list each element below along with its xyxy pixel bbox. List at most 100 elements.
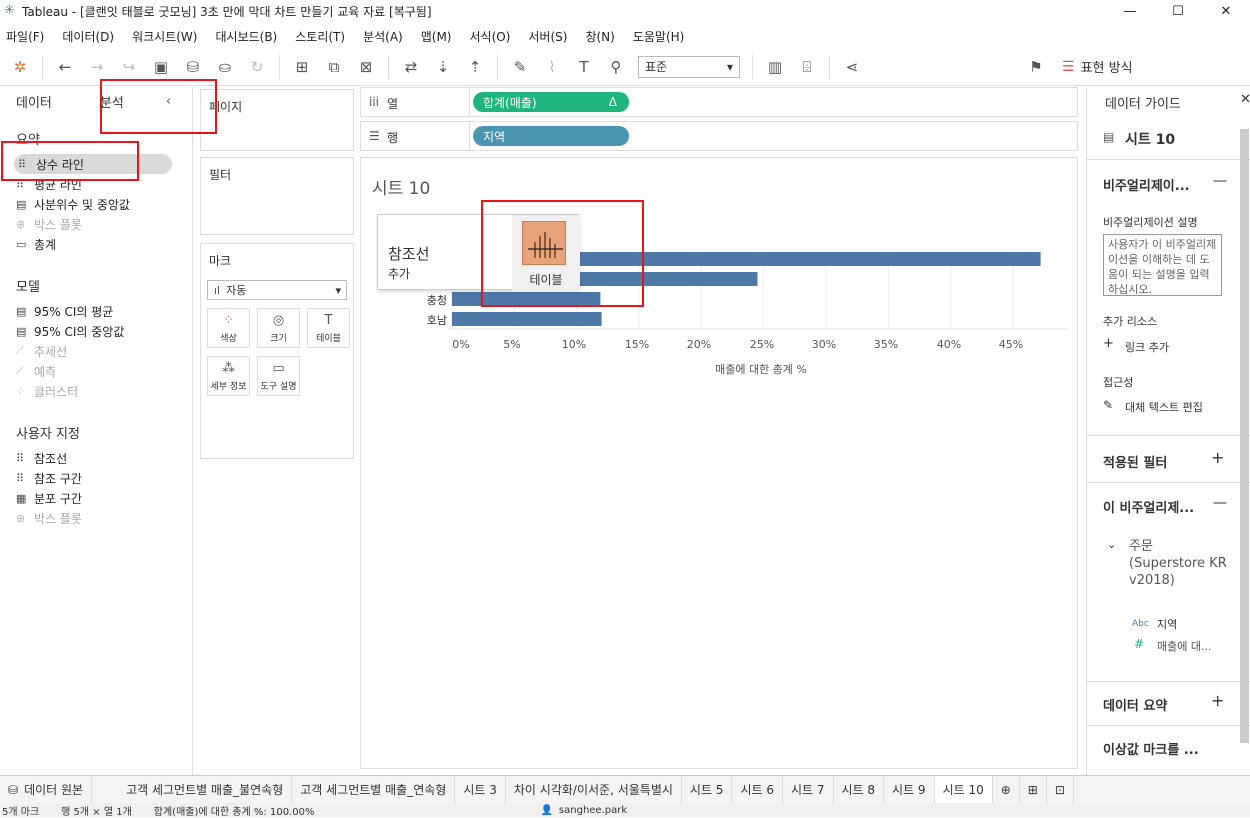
filters-card[interactable]: 필터 — [200, 157, 354, 235]
sheet-tab[interactable]: 고객 세그먼트별 매출_불연속형 — [118, 775, 293, 804]
applied-filters-title[interactable]: 적용된 필터 — [1103, 452, 1167, 471]
menu-help[interactable]: 도움말(H) — [633, 28, 685, 45]
menu-dashboard[interactable]: 대시보드(B) — [215, 28, 277, 45]
menu-data[interactable]: 데이터(D) — [62, 28, 114, 45]
label-button[interactable]: T 테이블 — [307, 308, 350, 348]
viz-description-input[interactable]: 사용자가 이 비주얼리제이션을 이해하는 데 도움이 되는 설명을 입력하십시오… — [1103, 234, 1222, 296]
menu-story[interactable]: 스토리(T) — [295, 28, 345, 45]
replay-icon[interactable]: ↪ — [117, 55, 141, 79]
expand-plus-icon[interactable]: + — [1211, 448, 1224, 467]
rows-shelf[interactable]: ☰ 행 지역 — [360, 121, 1078, 151]
bar[interactable] — [452, 312, 602, 326]
analytics-item-reference-band[interactable]: ⠿ 참조 구간 — [16, 468, 192, 488]
this-viz-title[interactable]: 이 비주얼리제... — [1103, 497, 1194, 516]
analytics-item-totals[interactable]: ▭ 총계 — [16, 234, 192, 254]
add-link-button[interactable]: 링크 추가 — [1125, 339, 1169, 355]
menu-file[interactable]: 파일(F) — [6, 28, 44, 45]
undo-icon[interactable]: ← — [53, 55, 77, 79]
highlight-icon[interactable]: ✎ — [508, 55, 532, 79]
columns-pill-sales[interactable]: 합계(매출) Δ — [473, 92, 629, 112]
menu-analysis[interactable]: 분석(A) — [363, 28, 403, 45]
share-icon[interactable]: ⋖ — [840, 55, 864, 79]
collapse-icon[interactable]: — — [1213, 173, 1227, 189]
swap-rows-columns-icon[interactable]: ⇄ — [399, 55, 423, 79]
analytics-item-trend-line[interactable]: ⟋ 추세선 — [16, 341, 192, 361]
data-summary-title[interactable]: 데이터 요약 — [1103, 695, 1167, 714]
show-labels-icon[interactable]: T — [572, 55, 596, 79]
size-button[interactable]: ◎ 크기 — [257, 308, 300, 348]
viz-section-title[interactable]: 비주얼리제이... — [1103, 175, 1190, 194]
new-story-tab-button[interactable]: ⊡ — [1047, 775, 1074, 804]
sheet-icon: ▤ — [1103, 130, 1115, 144]
collapse-icon[interactable]: — — [1213, 495, 1227, 511]
show-cards-icon[interactable]: ▥ — [763, 55, 787, 79]
sheet-tab-active[interactable]: 시트 10 — [934, 775, 993, 804]
sheet-tab[interactable]: 시트 7 — [783, 775, 834, 804]
fit-select[interactable]: 표준 ▾ — [638, 55, 740, 78]
sheet-tab[interactable]: 시트 3 — [455, 775, 506, 804]
close-icon[interactable]: ✕ — [1240, 92, 1250, 107]
tab-data[interactable]: 데이터 — [16, 92, 52, 111]
scrollbar[interactable] — [1240, 129, 1249, 743]
tooltip-button[interactable]: ▭ 도구 설명 — [257, 356, 300, 396]
maximize-button[interactable]: ☐ — [1154, 0, 1202, 22]
new-worksheet-tab-button[interactable]: ⊕ — [993, 775, 1020, 804]
mark-type-select[interactable]: ıl 자동 ▾ — [207, 280, 347, 300]
color-button[interactable]: ⁘ 색상 — [207, 308, 250, 348]
pages-card[interactable]: 페이지 — [200, 89, 354, 151]
duplicate-sheet-icon[interactable]: ⧉ — [322, 55, 346, 79]
analytics-item-cluster[interactable]: ⁘ 클러스터 — [16, 381, 192, 401]
model-header: 모델 — [16, 280, 40, 295]
analytics-item-ci-median[interactable]: ▤ 95% CI의 중앙값 — [16, 321, 192, 341]
presentation-mode-icon[interactable]: ⌹ — [795, 55, 819, 79]
x-tick: 20% — [686, 338, 712, 351]
minimize-button[interactable]: — — [1106, 0, 1154, 22]
refresh-icon[interactable]: ↻ — [245, 55, 269, 79]
new-datasource-icon[interactable]: ⛁ — [181, 55, 205, 79]
save-icon[interactable]: ▣ — [149, 55, 173, 79]
detail-button-label: 세부 정보 — [210, 381, 247, 392]
viz-description-label: 비주얼리제이션 설명 — [1103, 216, 1198, 229]
sheet-tab[interactable]: 고객 세그먼트별 매출_연속형 — [292, 775, 456, 804]
sheet-tab[interactable]: 시트 5 — [682, 775, 733, 804]
sheet-tab[interactable]: 차이 시각화/이서준, 서울특별시 — [506, 775, 682, 804]
analytics-item-box-plot-custom[interactable]: ⊕ 박스 플롯 — [16, 508, 192, 528]
status-rows-cols: 행 5개 × 열 1개 — [61, 806, 132, 818]
analytics-item-reference-line[interactable]: ⠿ 참조선 — [16, 448, 192, 468]
detail-button[interactable]: ⁂ 세부 정보 — [207, 356, 250, 396]
outliers-title[interactable]: 이상값 마크를 ... — [1103, 739, 1199, 758]
analytics-item-forecast[interactable]: ⟋ 예측 — [16, 361, 192, 381]
analytics-item-box-plot[interactable]: ⊕ 박스 플롯 — [16, 214, 192, 234]
menu-server[interactable]: 서버(S) — [528, 28, 567, 45]
expand-plus-icon[interactable]: + — [1211, 691, 1224, 710]
menu-worksheet[interactable]: 워크시트(W) — [132, 28, 197, 45]
menu-window[interactable]: 창(N) — [585, 28, 614, 45]
group-icon[interactable]: ⌇ — [540, 55, 564, 79]
columns-shelf[interactable]: iii 열 합계(매출) Δ — [360, 87, 1078, 117]
analytics-item-quartile[interactable]: ▤ 사분위수 및 중앙값 — [16, 194, 192, 214]
rows-pill-region[interactable]: 지역 — [473, 126, 629, 146]
analytics-item-distribution-band[interactable]: ▦ 분포 구간 — [16, 488, 192, 508]
sort-descending-icon[interactable]: ⇡ — [463, 55, 487, 79]
analytics-item-label: 참조 구간 — [34, 471, 82, 486]
highlighter-icon[interactable]: ⚑ — [1024, 55, 1048, 79]
sheet-tab[interactable]: 시트 6 — [732, 775, 783, 804]
close-button[interactable]: ✕ — [1202, 0, 1250, 22]
new-worksheet-icon[interactable]: ⊞ — [290, 55, 314, 79]
new-dashboard-tab-button[interactable]: ⊞ — [1020, 775, 1047, 804]
pause-updates-icon[interactable]: ⛀ — [213, 55, 237, 79]
sheet-tab[interactable]: 시트 8 — [834, 775, 885, 804]
clear-sheet-icon[interactable]: ⊠ — [354, 55, 378, 79]
redo-icon[interactable]: → — [85, 55, 109, 79]
fix-axes-icon[interactable]: ⚲ — [604, 55, 628, 79]
analytics-item-ci-mean[interactable]: ▤ 95% CI의 평균 — [16, 301, 192, 321]
tableau-home-icon[interactable]: ✲ — [8, 55, 32, 79]
menu-format[interactable]: 서식(O) — [470, 28, 511, 45]
show-me-button[interactable]: ☰ 표현 방식 — [1062, 57, 1133, 77]
menu-map[interactable]: 맵(M) — [421, 28, 452, 45]
sort-ascending-icon[interactable]: ⇣ — [431, 55, 455, 79]
tab-datasource[interactable]: ⛁ 데이터 원본 — [0, 775, 93, 804]
sheet-tab[interactable]: 시트 9 — [884, 775, 935, 804]
chevron-down-icon[interactable]: ⌄ — [1107, 538, 1116, 551]
edit-alt-text-button[interactable]: 대체 텍스트 편집 — [1125, 399, 1203, 415]
